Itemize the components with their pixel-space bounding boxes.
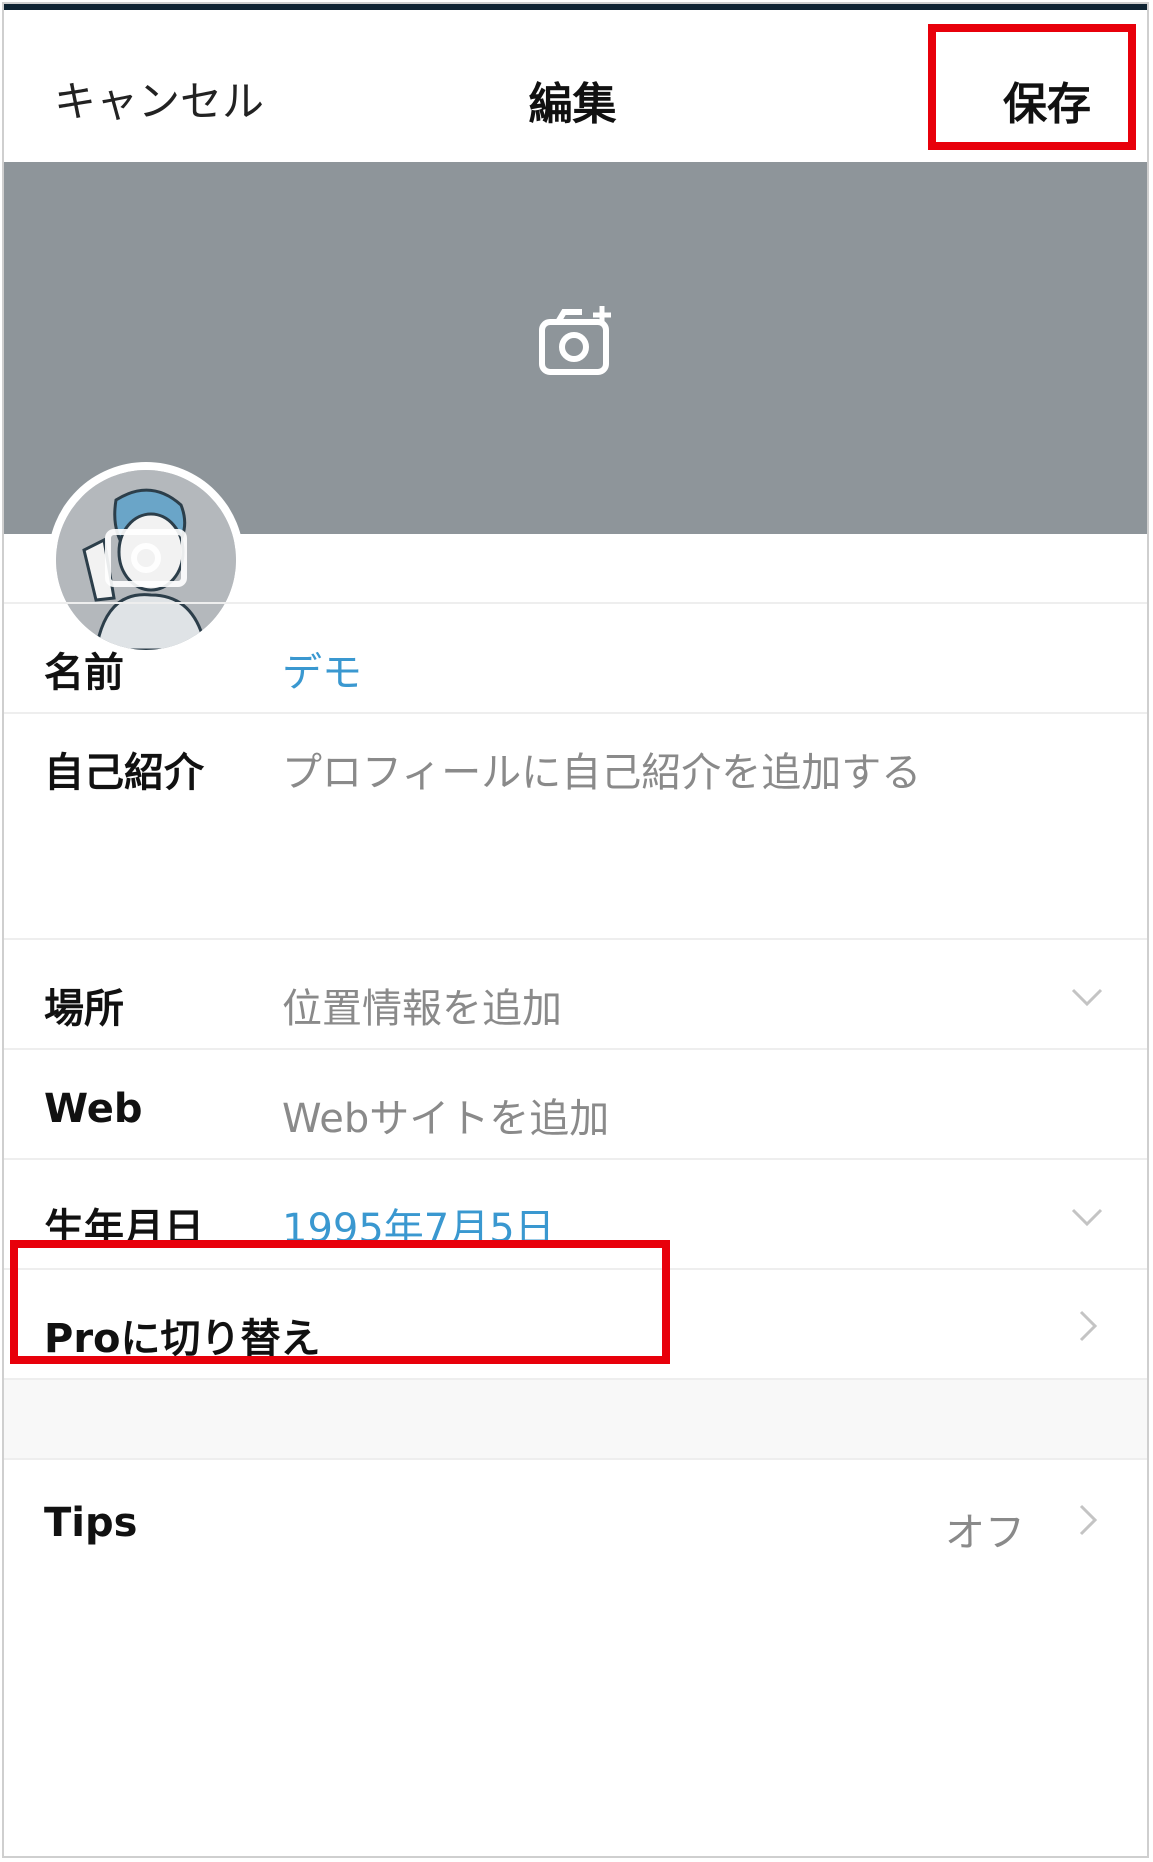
chevron-right-icon [1079, 1310, 1098, 1342]
web-field-row[interactable]: Web Webサイトを追加 [4, 1048, 1147, 1158]
chevron-down-icon [1071, 1208, 1103, 1227]
tips-status: オフ [945, 1510, 1025, 1556]
camera-plus-icon[interactable] [536, 302, 620, 386]
section-spacer [4, 1378, 1147, 1460]
save-highlight-box [928, 24, 1136, 150]
name-value[interactable]: デモ [282, 640, 362, 698]
name-field-row[interactable]: 名前 デモ [4, 602, 1147, 712]
tips-label: Tips [44, 1500, 138, 1546]
web-label: Web [44, 1086, 143, 1132]
web-input[interactable]: Webサイトを追加 [282, 1086, 609, 1144]
bio-input[interactable]: プロフィールに自己紹介を追加する [282, 740, 921, 798]
chevron-right-icon [1079, 1504, 1098, 1536]
chevron-down-icon [1071, 988, 1103, 1007]
tips-row[interactable]: Tips オフ [4, 1458, 1147, 1578]
location-input[interactable]: 位置情報を追加 [282, 976, 562, 1034]
web-highlight-box [10, 1240, 670, 1364]
bio-field-row[interactable]: 自己紹介 プロフィールに自己紹介を追加する [4, 712, 1147, 938]
location-field-row[interactable]: 場所 位置情報を追加 [4, 938, 1147, 1048]
name-label: 名前 [44, 650, 124, 696]
edit-profile-screen: キャンセル 編集 保存 名前 デモ 自己紹介 プロフィールに自己紹介を追加する … [2, 2, 1149, 1858]
bio-label: 自己紹介 [44, 750, 204, 796]
location-label: 場所 [44, 986, 124, 1032]
